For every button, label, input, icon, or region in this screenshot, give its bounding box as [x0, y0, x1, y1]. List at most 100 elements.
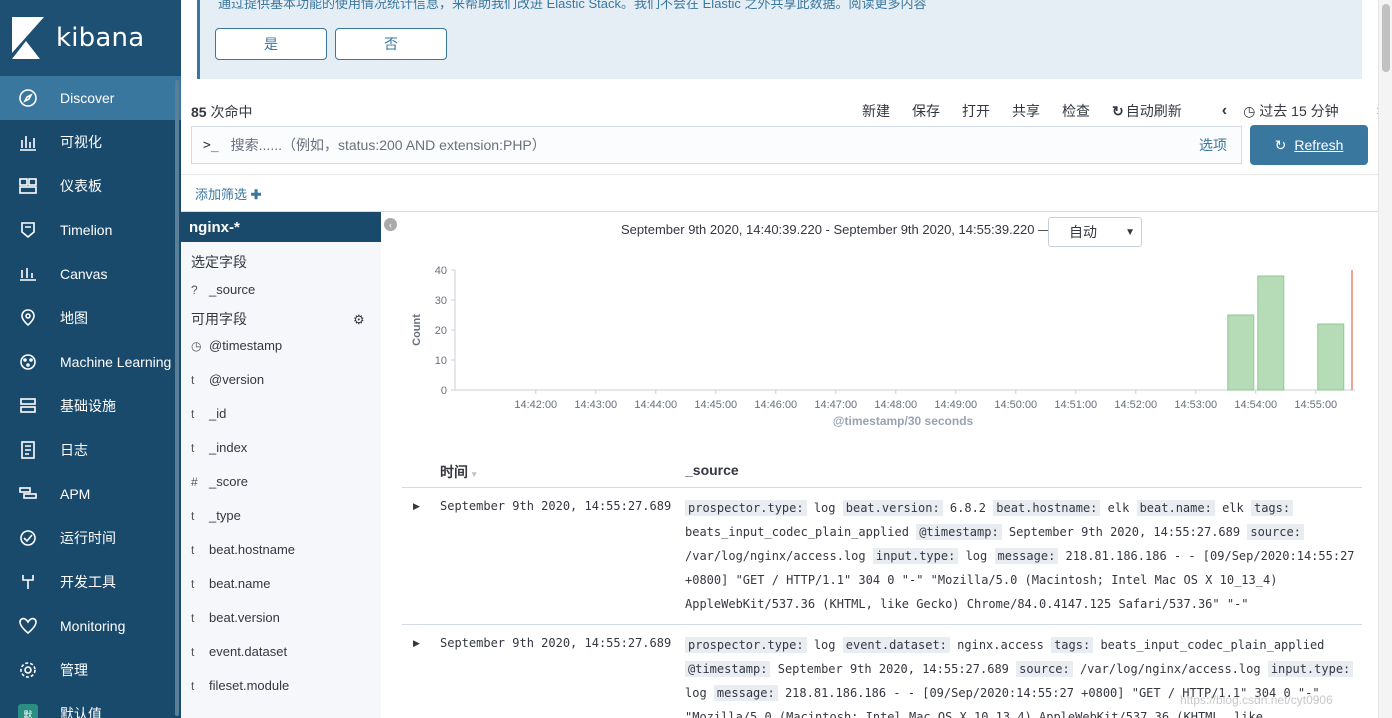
field-name: fileset.module	[209, 678, 290, 693]
refresh-button[interactable]: ↻ Refresh	[1250, 125, 1368, 165]
source-field-value: log	[813, 501, 836, 515]
available-fields-title: 可用字段	[191, 311, 247, 327]
time-back-chevron-icon[interactable]: ‹	[1222, 102, 1227, 120]
nav-item-label: 基础设施	[60, 398, 116, 414]
nav-item[interactable]: 基础设施	[0, 384, 181, 428]
menu-open[interactable]: 打开	[962, 101, 990, 121]
source-field-value: elk	[1222, 501, 1244, 515]
x-tick-label: 14:48:00	[874, 399, 917, 411]
row-divider	[402, 624, 1362, 625]
nav-item-label: 地图	[60, 310, 88, 326]
field-name: @timestamp	[209, 338, 283, 353]
source-field-key: source:	[1247, 524, 1304, 540]
nav-item[interactable]: APM	[0, 472, 181, 516]
field-settings-gear-icon[interactable]: ⚙	[353, 312, 365, 328]
x-tick-label: 14:49:00	[934, 399, 977, 411]
nav-item[interactable]: Monitoring	[0, 604, 181, 648]
nav-item[interactable]: 仪表板	[0, 164, 181, 208]
available-field[interactable]: t beat.version	[191, 610, 280, 625]
sort-icon[interactable]: ▾	[472, 469, 477, 479]
field-name: event.dataset	[209, 644, 288, 659]
field-type-icon: t	[191, 372, 195, 387]
available-field[interactable]: t _id	[191, 406, 226, 421]
field-type-icon: t	[191, 440, 195, 455]
space-badge: 默	[18, 704, 38, 718]
time-picker[interactable]: ◷ 过去 15 分钟	[1243, 101, 1361, 121]
menu-inspect[interactable]: 检查	[1062, 101, 1090, 121]
x-tick-label: 14:47:00	[814, 399, 857, 411]
source-field-key: beat.version:	[842, 500, 943, 516]
query-language-prompt[interactable]: >_	[203, 138, 219, 153]
auto-refresh-button[interactable]: ↻ 自动刷新	[1112, 101, 1204, 121]
query-options-link[interactable]: 选项	[1199, 135, 1227, 155]
field-sidebar: nginx-* 选定字段 ? _source 可用字段 ⚙ ◷ @timestam…	[181, 212, 381, 718]
x-tick-label: 14:45:00	[694, 399, 737, 411]
menu-save[interactable]: 保存	[912, 101, 940, 121]
x-tick-label: 14:44:00	[634, 399, 677, 411]
nav-item[interactable]: 地图	[0, 296, 181, 340]
histogram-chart: 0 10 20 30 40 14:42:00 14:43:00 14:44:00 14:45:0…	[411, 265, 1355, 428]
available-field[interactable]: t @version	[191, 372, 264, 387]
expand-row-chevron-icon[interactable]: ▶	[413, 501, 420, 512]
nav-item-label: 仪表板	[60, 178, 102, 194]
source-field-value: 6.8.2	[949, 501, 987, 515]
y-tick-label: 10	[435, 355, 447, 367]
source-field-value: log	[813, 638, 836, 652]
source-field-key: prospector.type:	[685, 637, 807, 653]
available-field[interactable]: ◷ @timestamp	[191, 338, 282, 353]
search-input[interactable]	[230, 137, 1131, 153]
available-field[interactable]: t fileset.module	[191, 678, 289, 693]
x-axis-label: @timestamp/30 seconds	[833, 414, 974, 428]
nav-item-label: Machine Learning	[60, 354, 172, 370]
nav-item[interactable]: Timelion	[0, 208, 181, 252]
nav-item[interactable]: 日志	[0, 428, 181, 472]
col-header-time[interactable]: 时间 ▾	[440, 462, 476, 482]
monitoring-icon	[18, 616, 38, 636]
nav-item[interactable]: Discover	[0, 76, 181, 120]
nav-item[interactable]: Machine Learning	[0, 340, 181, 384]
menu-new[interactable]: 新建	[862, 101, 890, 121]
nav-item[interactable]: 管理	[0, 648, 181, 692]
window-scrollbar[interactable]	[1378, 0, 1392, 718]
banner-yes-button[interactable]: 是	[215, 28, 327, 60]
uptime-icon	[18, 528, 38, 548]
nav-item[interactable]: Canvas	[0, 252, 181, 296]
menu-share[interactable]: 共享	[1012, 101, 1040, 121]
source-field-key: source:	[1016, 661, 1073, 677]
index-pattern-selector[interactable]: nginx-*	[181, 212, 381, 242]
time-range-text: September 9th 2020, 14:40:39.220 - Septe…	[621, 222, 1052, 237]
source-field-key: message:	[994, 548, 1059, 564]
watermark: https://blog.csdn.net/cyt0906	[1180, 693, 1333, 707]
brand[interactable]: kibana	[0, 0, 181, 76]
nav-item[interactable]: 可视化	[0, 120, 181, 164]
selected-field-source[interactable]: ? _source	[191, 282, 255, 297]
x-tick-label: 14:46:00	[754, 399, 797, 411]
banner-no-button[interactable]: 否	[335, 28, 447, 60]
window-scrollbar-thumb[interactable]	[1382, 4, 1390, 72]
available-field[interactable]: t beat.name	[191, 576, 270, 591]
compass-icon	[18, 88, 38, 108]
available-field[interactable]: t _type	[191, 508, 241, 523]
source-field-key: message:	[713, 685, 778, 701]
interval-select[interactable]: 自动 ▼	[1048, 217, 1142, 247]
kibana-app: kibana Discover 可视化仪表板 Timelion Canvas 地图 Mac…	[0, 0, 1392, 718]
dashboard-icon	[18, 176, 38, 196]
nav-item[interactable]: 运行时间	[0, 516, 181, 560]
expand-row-chevron-icon[interactable]: ▶	[413, 638, 420, 649]
nav-item[interactable]: 默 默认值	[0, 692, 181, 718]
ml-icon	[18, 352, 38, 372]
available-field[interactable]: # _score	[191, 474, 248, 489]
nav-item[interactable]: 开发工具	[0, 560, 181, 604]
available-field[interactable]: t _index	[191, 440, 247, 455]
x-tick-label: 14:53:00	[1174, 399, 1217, 411]
collapse-sidebar-chevron-icon[interactable]: ‹	[384, 218, 397, 231]
nav-scrollbar[interactable]	[175, 80, 179, 716]
available-field[interactable]: t beat.hostname	[191, 542, 295, 557]
available-field[interactable]: t event.dataset	[191, 644, 287, 659]
nav-item-label: Monitoring	[60, 618, 126, 634]
x-tick-label: 14:42:00	[514, 399, 557, 411]
nav-item-label: Canvas	[60, 266, 108, 282]
source-field-value: /var/log/nginx/access.log	[1079, 662, 1261, 676]
source-field-value: beats_input_codec_plain_applied	[1100, 638, 1325, 652]
add-filter-link[interactable]: 添加筛选 ✚	[195, 184, 262, 203]
